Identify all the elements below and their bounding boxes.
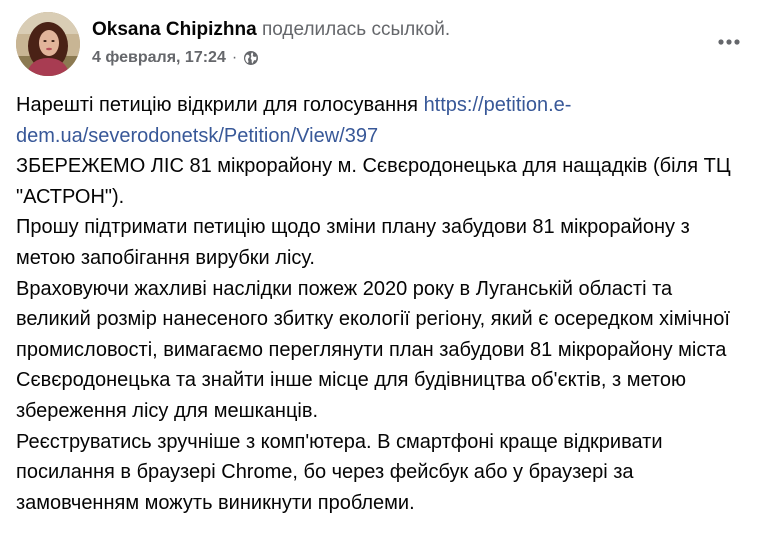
post-paragraph: Реєструватись зручніше з комп'ютера. В с… [16,430,663,514]
post-paragraph: Прошу підтримати петицію щодо зміни план… [16,216,690,269]
author-name[interactable]: Oksana Chipizhna [92,19,257,40]
author-line: Oksana Chipizhna поделилась ссылкой. [92,18,450,42]
more-options-icon [718,39,740,45]
globe-icon[interactable] [243,50,259,66]
post-timestamp[interactable]: 4 февраля, 17:24 [92,48,226,68]
post-text: Нарешті петицію відкрили для голосування [16,94,424,116]
post-body: Нарешті петицію відкрили для голосування… [16,90,749,518]
post-meta: 4 февраля, 17:24 · [92,48,259,68]
author-action: поделилась ссылкой. [261,19,451,40]
meta-separator: · [231,49,238,66]
post-paragraph: Враховуючи жахливі наслідки пожеж 2020 р… [16,277,730,422]
more-options-button[interactable] [709,24,749,60]
post-header: Oksana Chipizhna поделилась ссылкой. 4 ф… [16,12,749,76]
author-avatar[interactable] [16,12,80,76]
post-paragraph: ЗБЕРЕЖЕМО ЛІС 81 мікрорайону м. Сєвєродо… [16,155,731,208]
post-card: Oksana Chipizhna поделилась ссылкой. 4 ф… [0,0,765,559]
post-paragraph: Нарешті петицію відкрили для голосування… [16,90,749,151]
